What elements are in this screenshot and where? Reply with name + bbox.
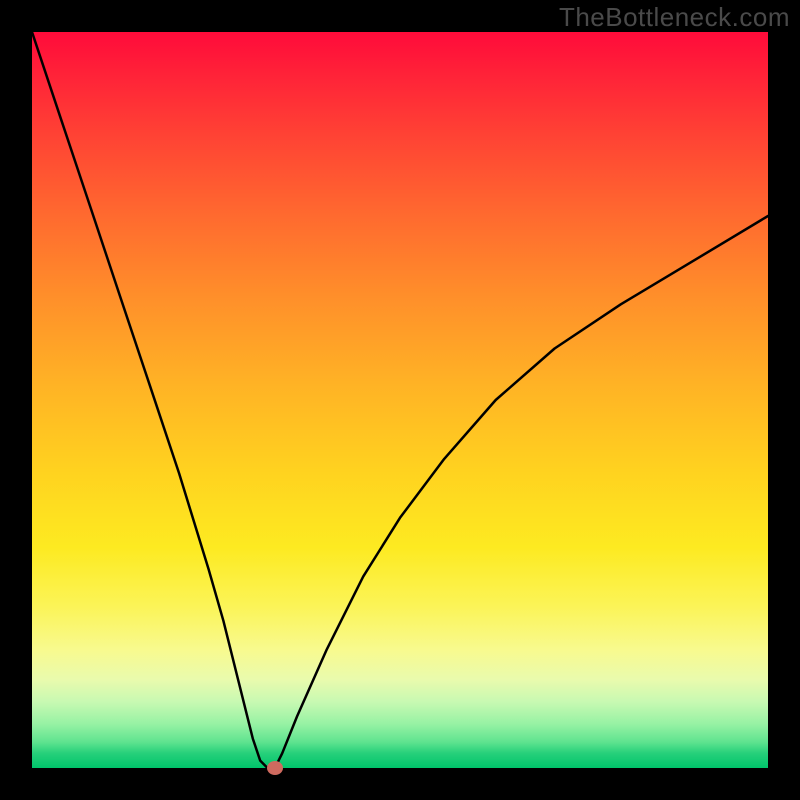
plot-area [32,32,768,768]
chart-frame: TheBottleneck.com [0,0,800,800]
optimal-point-marker [267,761,283,775]
watermark-text: TheBottleneck.com [559,2,790,33]
bottleneck-curve [32,32,768,768]
